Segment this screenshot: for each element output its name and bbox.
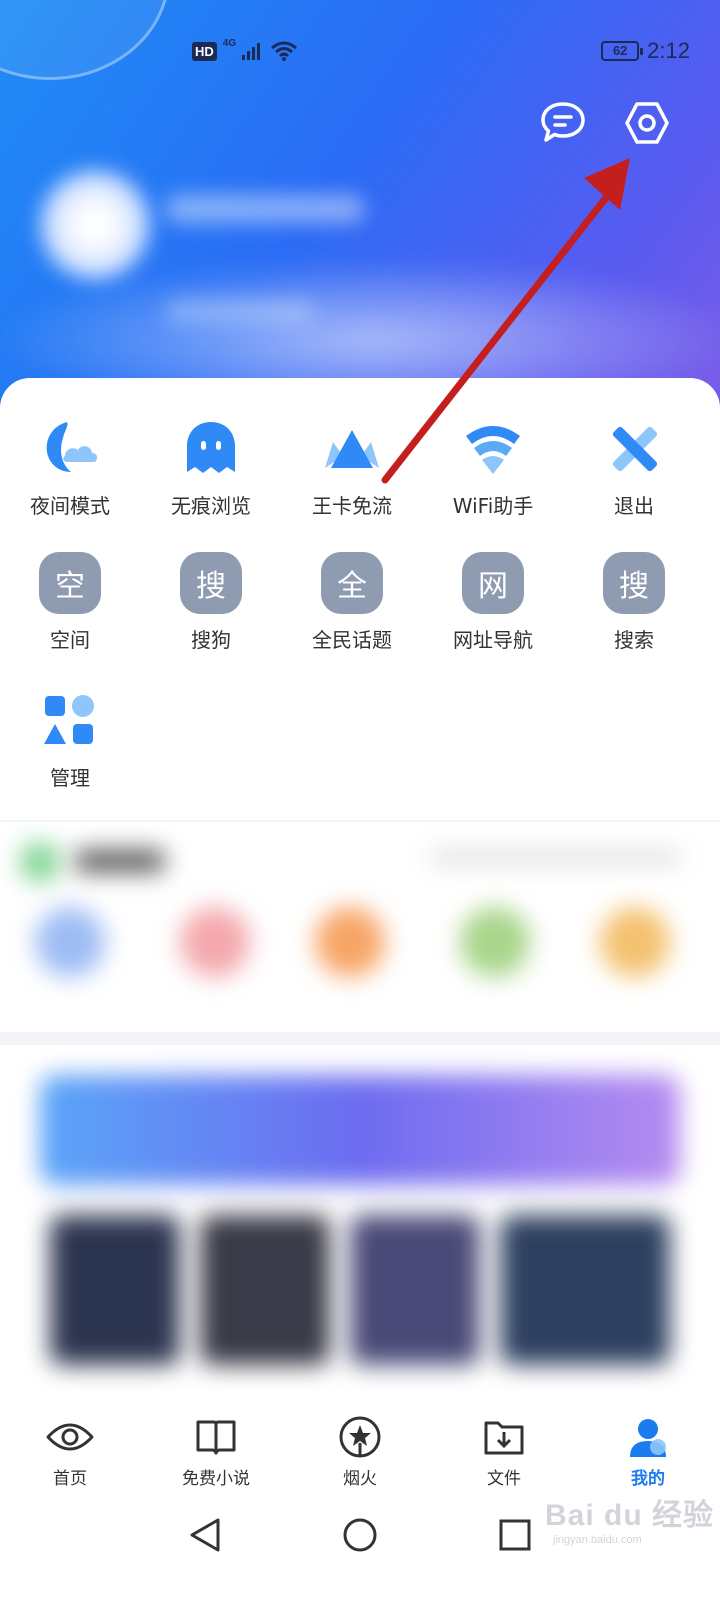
tool-qzone[interactable]: 空 空间 [5,550,135,653]
home-circle-icon [343,1518,377,1552]
firework-icon [335,1414,385,1460]
tool-sogou[interactable]: 搜 搜狗 [146,550,276,653]
tool-label: 夜间模式 [30,494,110,518]
moon-cloud-icon [37,416,103,482]
system-back-button[interactable] [180,1510,230,1560]
status-bar-right: 62 2:12 [601,38,690,64]
nav-label: 首页 [53,1469,87,1489]
shapes-grid-icon [37,688,103,754]
tool-exit[interactable]: 退出 [569,416,699,519]
nav-files[interactable]: 文件 [444,1414,564,1489]
baidu-jingyan-watermark: Bai du 经验 jingyan.baidu.com [545,1490,715,1590]
tool-night-mode[interactable]: 夜间模式 [5,416,135,519]
clock: 2:12 [647,38,690,63]
tool-label: 搜狗 [191,628,231,652]
nav-fireworks[interactable]: 烟火 [300,1414,420,1489]
tool-free-data[interactable]: 王卡免流 [287,416,417,519]
nav-label: 烟火 [343,1469,377,1489]
topics-icon: 全 [321,552,383,614]
settings-button[interactable] [622,98,672,148]
wifi-icon [460,416,526,482]
url-nav-icon: 网 [462,552,524,614]
back-triangle-icon [190,1518,220,1552]
network-type-label: 4G [222,37,237,49]
tool-url-nav[interactable]: 网 网址导航 [428,550,558,653]
ghost-icon [178,416,244,482]
tools-panel: 夜间模式 无痕浏览 王卡免流 WiFi助手 退出 空 空间 搜 搜狗 全 全民话… [0,378,720,820]
qzone-icon: 空 [39,552,101,614]
username-blurred [165,195,365,223]
crown-icon [319,416,385,482]
user-info-blurred [165,300,315,322]
tool-incognito[interactable]: 无痕浏览 [146,416,276,519]
exit-x-icon [601,416,667,482]
nav-novels[interactable]: 免费小说 [156,1414,276,1489]
folder-download-icon [479,1414,529,1460]
system-recents-button[interactable] [490,1510,540,1560]
status-bar: HD 4G 62 2:12 [0,0,720,100]
hd-badge: HD [192,41,217,61]
eye-icon [45,1414,95,1460]
avatar[interactable] [40,170,150,280]
bottom-navigation: 首页 免费小说 烟火 文件 我的 [0,1400,720,1500]
cell-signal-icon [242,43,261,60]
book-icon [191,1414,241,1460]
blurred-banner-section [0,1045,720,1405]
tool-label: 王卡免流 [312,494,392,518]
nav-label: 免费小说 [182,1469,250,1489]
sogou-icon: 搜 [180,552,242,614]
wifi-status-icon [271,41,298,61]
chat-bubble-icon [541,102,585,142]
tool-label: 搜索 [614,628,654,652]
search-tile-icon: 搜 [603,552,665,614]
nav-me[interactable]: 我的 [588,1414,708,1489]
tool-wifi-assistant[interactable]: WiFi助手 [428,416,558,519]
tool-label: 无痕浏览 [171,494,251,518]
person-icon [623,1414,673,1460]
hexagon-gear-icon [625,102,669,144]
tool-label: 全民话题 [312,628,392,652]
messages-button[interactable] [538,98,588,148]
tool-search[interactable]: 搜 搜索 [569,550,699,653]
recents-square-icon [499,1519,531,1551]
nav-home[interactable]: 首页 [10,1414,130,1489]
tool-label: 退出 [614,494,654,518]
tool-label: 空间 [50,628,90,652]
system-home-button[interactable] [335,1510,385,1560]
tool-label: 网址导航 [453,628,533,652]
tool-label: WiFi助手 [452,494,534,518]
tool-topics[interactable]: 全 全民话题 [287,550,417,653]
tool-label: 管理 [50,766,90,790]
watermark-main: Bai du 经验 [545,1499,715,1532]
blurred-recent-section [0,822,720,1032]
nav-label: 文件 [487,1469,521,1489]
battery-indicator: 62 [601,41,644,61]
watermark-sub: jingyan.baidu.com [553,1534,642,1546]
status-bar-signal-group: HD 4G [192,37,298,62]
nav-label: 我的 [631,1469,665,1489]
tool-manage[interactable]: 管理 [5,688,135,791]
